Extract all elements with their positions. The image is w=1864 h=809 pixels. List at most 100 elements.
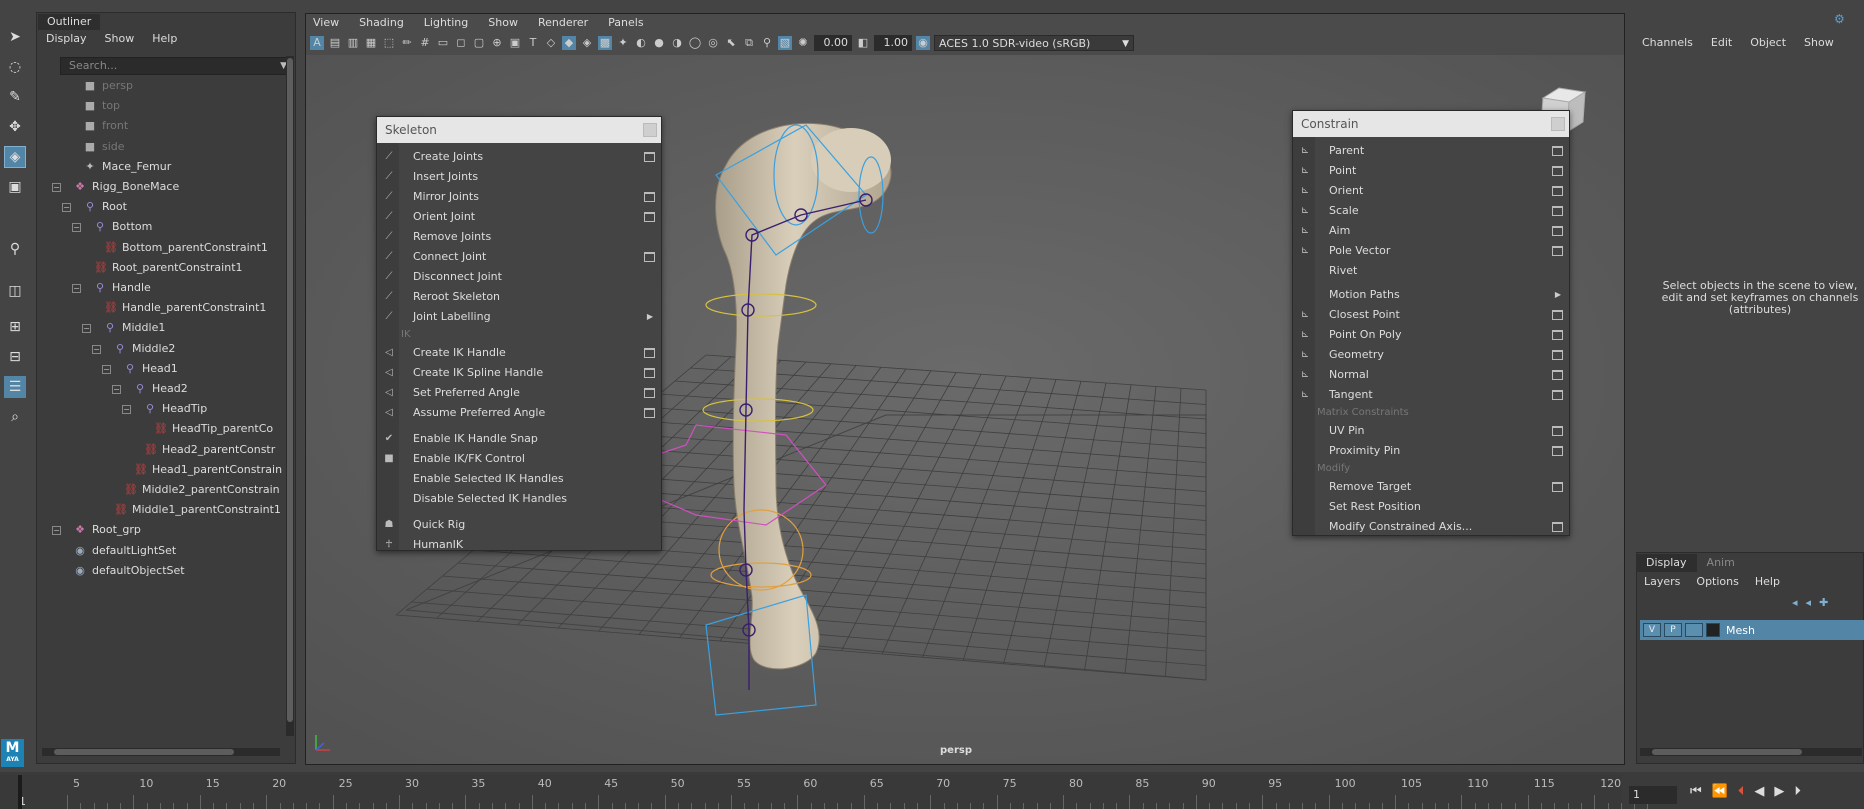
outliner-item[interactable]: ⛓ Root_parentConstraint1	[94, 258, 243, 278]
vp-menu-shading[interactable]: Shading	[359, 16, 404, 29]
layer-horizontal-scrollbar[interactable]	[1640, 748, 1862, 756]
outliner-item[interactable]: ⛓ Head2_parentConstr	[144, 440, 275, 460]
option-box-icon[interactable]	[644, 212, 655, 222]
collapse-icon[interactable]: −	[72, 223, 81, 233]
outliner-item[interactable]: ■ top	[84, 96, 120, 116]
resolution-gate-icon[interactable]: ◻	[454, 36, 468, 50]
gamma-field[interactable]: 1.00	[874, 35, 912, 51]
step-forward-icon[interactable]: ⏵	[1794, 784, 1801, 799]
menu-item[interactable]: ◁ Create IK Handle	[377, 343, 661, 363]
option-box-icon[interactable]	[644, 388, 655, 398]
menu-item[interactable]: Motion Paths ▶	[1293, 285, 1569, 305]
outliner-item[interactable]: ◉ defaultLightSet	[74, 541, 176, 561]
lasso-tool-icon[interactable]: ◌	[4, 56, 26, 78]
outliner-item[interactable]: ⚲ Root	[84, 197, 127, 217]
close-icon[interactable]	[643, 123, 657, 137]
layer-menu-layers[interactable]: Layers	[1644, 575, 1680, 588]
layout-two-icon[interactable]: ⊟	[4, 346, 26, 368]
menu-item[interactable]: Proximity Pin	[1293, 441, 1569, 461]
outliner-item[interactable]: ⚲ Middle2	[114, 339, 175, 359]
field-chart-icon[interactable]: ⊕	[490, 36, 504, 50]
option-box-icon[interactable]	[1552, 206, 1563, 216]
option-box-icon[interactable]	[1552, 350, 1563, 360]
ch-menu-edit[interactable]: Edit	[1711, 36, 1732, 49]
option-box-icon[interactable]	[1552, 166, 1563, 176]
menu-item[interactable]: ⟋ Reroot Skeleton	[377, 287, 661, 307]
menu-item[interactable]: ⊾ Pole Vector	[1293, 241, 1569, 261]
wireframe-on-shaded-icon[interactable]: ◈	[580, 36, 594, 50]
outliner-item[interactable]: ■ side	[84, 137, 125, 157]
menu-item[interactable]: ⟋ Disconnect Joint	[377, 267, 661, 287]
textured-icon[interactable]: ▩	[598, 36, 612, 50]
outliner-item[interactable]: ⚲ Handle	[94, 278, 151, 298]
layer-visibility-toggle[interactable]: V	[1643, 623, 1661, 637]
menu-item[interactable]: ⊾ Normal	[1293, 365, 1569, 385]
outliner-tab[interactable]: Outliner	[38, 14, 101, 30]
outliner-item[interactable]: ⛓ Middle2_parentConstrain	[124, 480, 280, 500]
search-icon[interactable]: ⌕	[4, 406, 26, 428]
option-box-icon[interactable]	[644, 152, 655, 162]
menu-item[interactable]: ◁ Create IK Spline Handle	[377, 363, 661, 383]
collapse-icon[interactable]: −	[62, 203, 71, 213]
exposure-icon[interactable]: ✺	[796, 36, 810, 50]
time-ruler[interactable]: 1 5 10 15 20 25 30 35 40 45 50 55 60 65 70 75 80 85 90 95 1…	[0, 775, 1649, 809]
colorspace-select[interactable]: ACES 1.0 SDR-video (sRGB) ▼	[934, 35, 1134, 51]
layout-four-icon[interactable]: ⊞	[4, 316, 26, 338]
tab-anim[interactable]: Anim	[1697, 554, 1745, 572]
collapse-icon[interactable]: −	[82, 324, 91, 334]
move-layer-up-icon[interactable]: ◂	[1792, 596, 1798, 609]
option-box-icon[interactable]	[1552, 522, 1563, 532]
option-box-icon[interactable]	[1552, 482, 1563, 492]
select-camera-icon[interactable]: A	[310, 36, 324, 50]
outliner-item[interactable]: ◉ defaultObjectSet	[74, 561, 184, 581]
2d-pan-icon[interactable]: ⬚	[382, 36, 396, 50]
outliner-item[interactable]: ⚲ Bottom	[94, 217, 152, 237]
outliner-item[interactable]: ⛓ Handle_parentConstraint1	[104, 298, 266, 318]
collapse-icon[interactable]: −	[92, 344, 101, 354]
gamma-icon[interactable]: ◧	[856, 36, 870, 50]
menu-item[interactable]: ⟋ Joint Labelling ▶	[377, 307, 661, 327]
option-box-icon[interactable]	[1552, 390, 1563, 400]
menu-item[interactable]: ⊾ Orient	[1293, 181, 1569, 201]
menu-item[interactable]: ⊾ Parent	[1293, 141, 1569, 161]
option-box-icon[interactable]	[644, 368, 655, 378]
collapse-icon[interactable]: −	[122, 405, 131, 415]
shadows-icon[interactable]: ◐	[634, 36, 648, 50]
depth-of-field-icon[interactable]: ◎	[706, 36, 720, 50]
lights-icon[interactable]: ✦	[616, 36, 630, 50]
ch-menu-object[interactable]: Object	[1750, 36, 1786, 49]
play-forward-icon[interactable]: ▶	[1774, 784, 1784, 799]
option-box-icon[interactable]	[1552, 370, 1563, 380]
option-box-icon[interactable]	[1552, 426, 1563, 436]
option-box-icon[interactable]	[1552, 446, 1563, 456]
bookmark-icon[interactable]: ▥	[346, 36, 360, 50]
outliner-menu-help[interactable]: Help	[152, 32, 177, 45]
menu-item[interactable]: Disable Selected IK Handles	[377, 489, 661, 509]
menu-item[interactable]: ⟋ Remove Joints	[377, 227, 661, 247]
vp-menu-panels[interactable]: Panels	[608, 16, 643, 29]
menu-item[interactable]: ⟋ Orient Joint	[377, 207, 661, 227]
option-box-icon[interactable]	[1552, 186, 1563, 196]
safe-title-icon[interactable]: T	[526, 36, 540, 50]
collapse-icon[interactable]: −	[52, 183, 61, 192]
collapse-icon[interactable]: −	[112, 385, 121, 394]
menu-item[interactable]: ⊾ Aim	[1293, 221, 1569, 241]
menu-item[interactable]: Enable Selected IK Handles	[377, 469, 661, 489]
layer-display-type-toggle[interactable]	[1685, 623, 1703, 637]
menu-item[interactable]: ☗ Quick Rig	[377, 515, 661, 535]
option-box-icon[interactable]	[1552, 330, 1563, 340]
layer-playback-toggle[interactable]: P	[1664, 623, 1682, 637]
workspace-icon[interactable]: ⚙	[1834, 12, 1845, 26]
ch-menu-show[interactable]: Show	[1804, 36, 1834, 49]
grease-pencil-icon[interactable]: ✏	[400, 36, 414, 50]
scale-tool-icon[interactable]: ▣	[4, 176, 26, 198]
xray-icon[interactable]: ⧉	[742, 36, 756, 50]
step-back-frame-icon[interactable]: ⏴	[1738, 784, 1745, 799]
menu-item[interactable]: ◁ Set Preferred Angle	[377, 383, 661, 403]
menu-item[interactable]: ⊾ Point	[1293, 161, 1569, 181]
vp-menu-view[interactable]: View	[313, 16, 339, 29]
menu-item[interactable]: Modify Constrained Axis...	[1293, 517, 1569, 537]
option-box-icon[interactable]	[1552, 310, 1563, 320]
outliner-horizontal-scrollbar[interactable]	[42, 748, 280, 756]
menu-item[interactable]: ⊾ Geometry	[1293, 345, 1569, 365]
